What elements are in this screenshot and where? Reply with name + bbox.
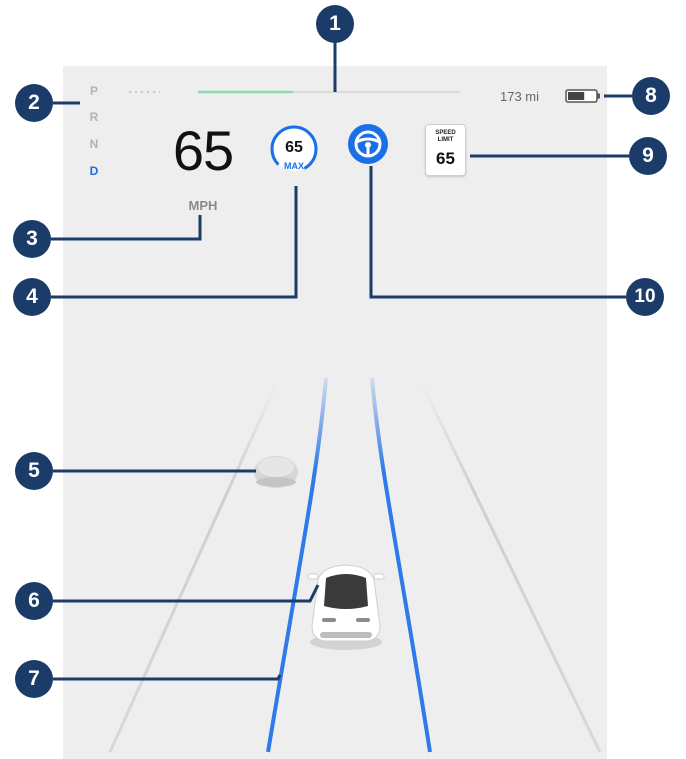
ego-car-icon [307,564,385,650]
speed-unit: MPH [188,198,218,213]
steering-wheel-icon [354,130,382,158]
callout-4: 4 [13,278,51,316]
gear-park: P [89,84,98,98]
outer-lane-line-right [418,379,602,753]
driving-visualization [51,42,632,753]
callout-9: 9 [629,137,667,175]
set-speed-value: 65 [285,139,303,156]
speed-limit-title: SPEED LIMIT [435,130,456,143]
lane-line-right [370,377,432,753]
callout-3: 3 [13,220,51,258]
callout-10: 10 [626,278,664,316]
gear-reverse: R [89,110,99,124]
callout-6: 6 [15,582,53,620]
gear-neutral: N [89,137,99,151]
callout-7: 7 [15,660,53,698]
callout-1: 1 [316,5,354,43]
speed-limit-sign: SPEED LIMIT 65 [425,124,466,176]
callout-8: 8 [632,77,670,115]
outer-lane-line-left [108,379,280,753]
battery-icon [565,89,600,103]
current-speed: 65 [172,119,234,182]
detected-vehicle-icon [254,456,298,488]
set-speed-indicator[interactable]: 65 MAX [268,123,320,175]
callout-5: 5 [15,452,53,490]
lane-line-left [266,377,328,753]
autosteer-button[interactable] [348,124,388,164]
gear-drive: D [89,164,99,178]
range-label: 173 mi [500,89,540,104]
set-speed-max-label: MAX [284,161,304,171]
callout-2: 2 [15,84,53,122]
speed-limit-value: 65 [436,149,455,168]
